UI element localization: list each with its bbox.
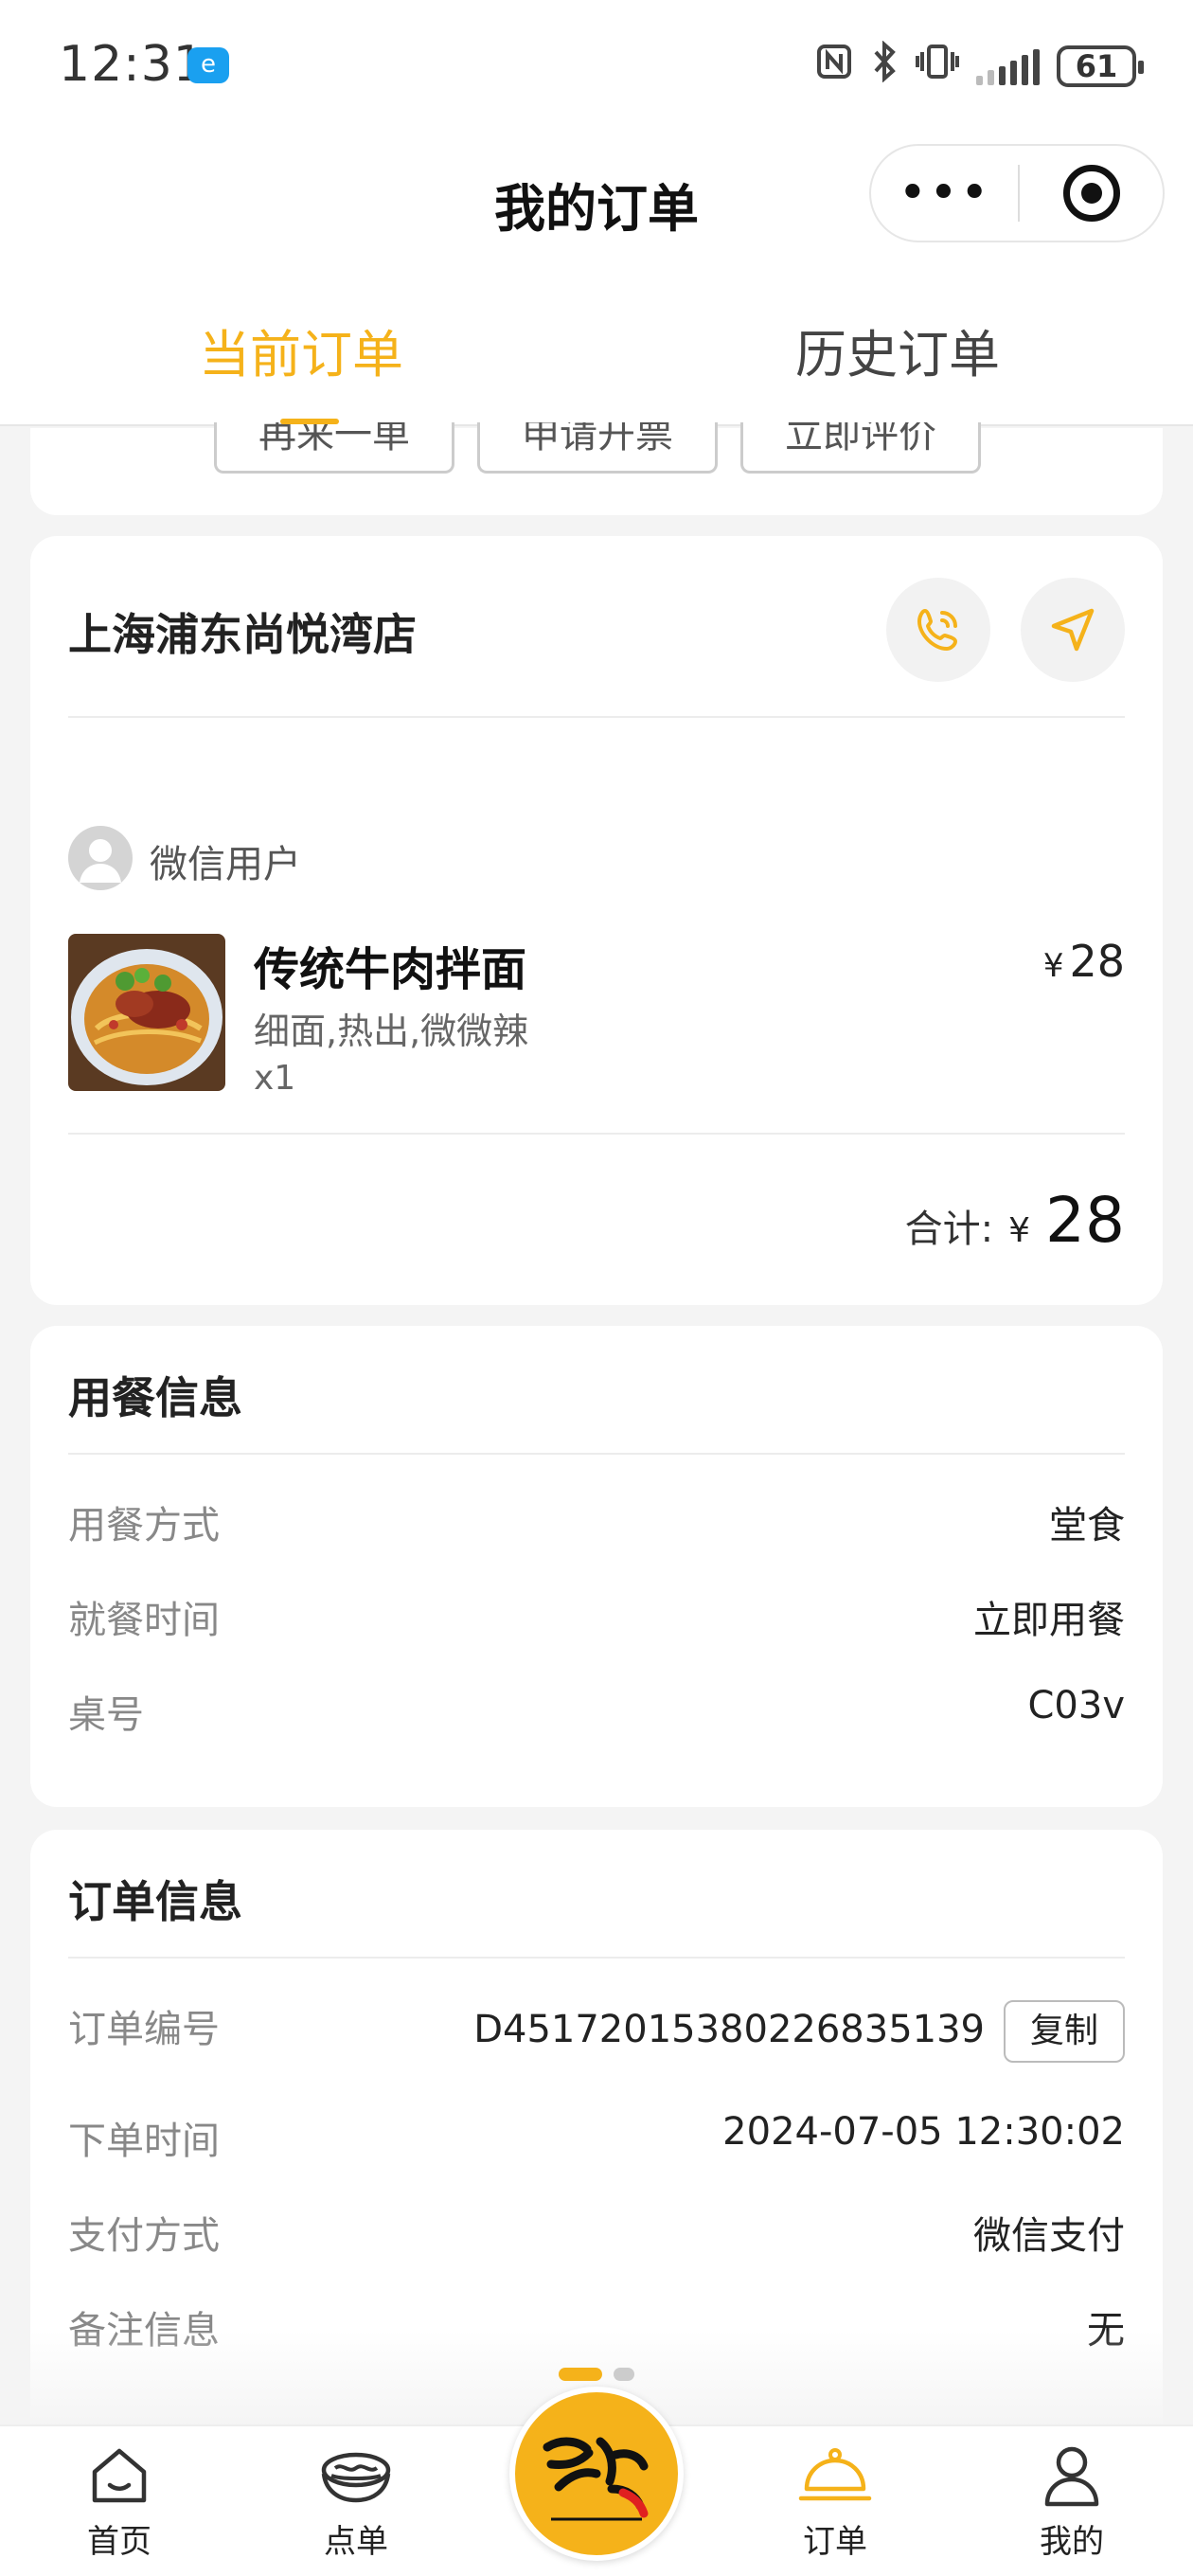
phone-icon	[917, 609, 957, 651]
divider	[68, 716, 1125, 718]
order-number-value: D45172015380226835139	[473, 2008, 985, 2051]
order-info-title: 订单信息	[68, 1876, 242, 1927]
status-time: 12:31	[59, 36, 205, 93]
user-name: 微信用户	[150, 843, 301, 886]
app-notification-icon: e	[187, 47, 229, 83]
divider	[68, 1133, 1125, 1135]
battery-icon: 61	[1057, 45, 1144, 87]
tab-current-orders[interactable]: 当前订单	[199, 313, 403, 387]
dish-spec: 细面,热出,微微辣	[254, 1011, 529, 1052]
review-button[interactable]: 立即评价	[740, 422, 981, 474]
currency-symbol: ¥	[1042, 947, 1064, 985]
divider	[68, 1453, 1125, 1455]
dining-info-title: 用餐信息	[68, 1372, 242, 1423]
dining-mode-label: 用餐方式	[68, 1504, 220, 1547]
nav-orders[interactable]: 订单	[759, 2442, 911, 2562]
payment-method-label: 支付方式	[68, 2214, 220, 2258]
divider	[68, 1957, 1125, 1959]
nav-orders-label: 订单	[803, 2523, 867, 2561]
dining-time-value: 立即用餐	[973, 1599, 1125, 1642]
copy-order-number-button[interactable]: 复制	[1004, 2000, 1125, 2063]
table-number-value: C03v	[1027, 1684, 1126, 1727]
close-mini-program-button[interactable]	[1020, 165, 1163, 222]
dish-image	[68, 934, 225, 1091]
total-label: 合计:	[904, 1208, 994, 1251]
dining-mode-value: 堂食	[1049, 1504, 1125, 1547]
brand-logo	[523, 2400, 670, 2548]
dish-price: ¥28	[1043, 936, 1125, 987]
more-menu-button[interactable]: •••	[871, 169, 1018, 218]
nav-home-label: 首页	[87, 2523, 151, 2561]
order-number-label: 订单编号	[68, 2008, 220, 2051]
user-icon	[1044, 2446, 1099, 2507]
dish-price-value: 28	[1069, 936, 1125, 987]
nfc-icon	[815, 43, 853, 90]
table-number-label: 桌号	[68, 1693, 144, 1737]
cloche-icon	[798, 2448, 872, 2501]
nav-mine-label: 我的	[1040, 2523, 1104, 2561]
total-currency: ¥	[1008, 1211, 1031, 1250]
tab-history-orders[interactable]: 历史订单	[795, 313, 1000, 387]
nav-mine[interactable]: 我的	[996, 2442, 1148, 2562]
home-icon	[92, 2448, 147, 2503]
order-tabs	[0, 275, 1193, 426]
dining-time-label: 就餐时间	[68, 1599, 220, 1642]
noodle-bowl-icon	[321, 2452, 391, 2503]
navigate-store-button[interactable]	[1021, 578, 1125, 682]
avatar	[68, 826, 133, 890]
dish-quantity: x1	[254, 1059, 296, 1098]
signal-icon	[976, 47, 1040, 85]
dish-name: 传统牛肉拌面	[254, 943, 527, 996]
call-store-button[interactable]	[886, 578, 990, 682]
vibrate-icon	[916, 43, 959, 90]
order-time-label: 下单时间	[68, 2120, 220, 2163]
bluetooth-icon	[870, 40, 899, 92]
target-icon	[1062, 165, 1120, 222]
nav-menu[interactable]: 点单	[280, 2442, 432, 2562]
page-indicator-active	[559, 2368, 602, 2381]
store-name: 上海浦东尚悦湾店	[68, 609, 417, 660]
payment-method-value: 微信支付	[973, 2214, 1125, 2258]
order-time-value: 2024-07-05 12:30:02	[722, 2110, 1125, 2154]
reorder-button[interactable]: 再来一单	[214, 422, 454, 474]
navigation-arrow-icon	[1051, 608, 1095, 652]
mini-program-capsule: •••	[869, 144, 1165, 242]
status-icons: 61	[815, 40, 1144, 92]
nav-menu-label: 点单	[324, 2523, 388, 2561]
tab-active-indicator	[280, 419, 339, 424]
brand-logo-button[interactable]	[509, 2387, 684, 2561]
order-total: 合计: ¥ 28	[905, 1184, 1125, 1257]
invoice-button[interactable]: 申请开票	[477, 422, 718, 474]
nav-home[interactable]: 首页	[44, 2442, 195, 2562]
total-amount: 28	[1045, 1184, 1125, 1257]
page-indicator	[614, 2368, 634, 2381]
